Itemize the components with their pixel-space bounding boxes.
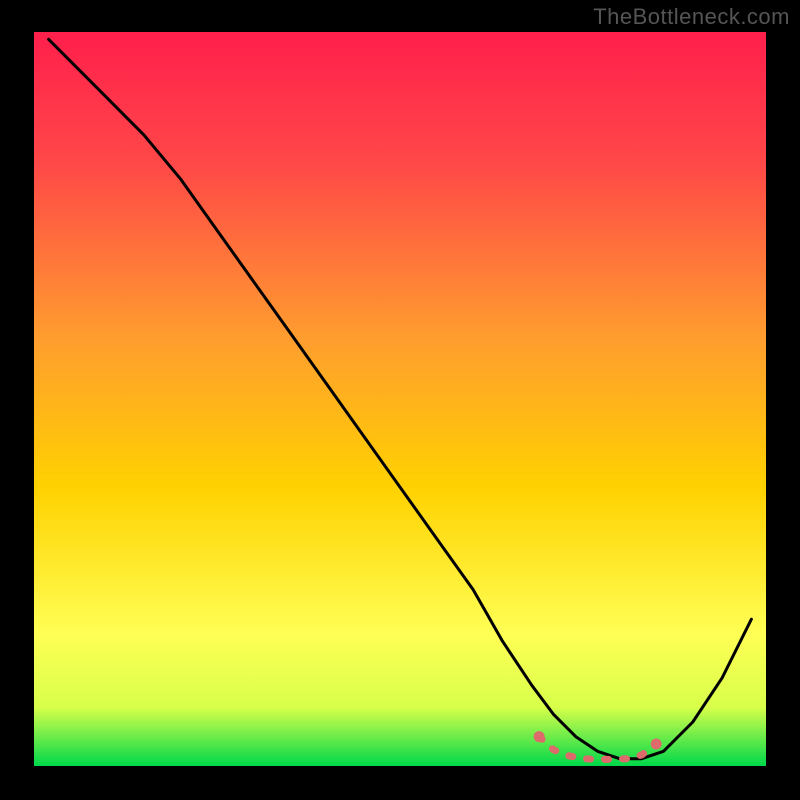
bottleneck-plot (34, 32, 766, 766)
chart-frame: TheBottleneck.com (0, 0, 800, 800)
optimal-region-endpoint (534, 732, 544, 742)
optimal-region-endpoint (651, 739, 661, 749)
plot-svg (34, 32, 766, 766)
watermark-text: TheBottleneck.com (593, 4, 790, 30)
gradient-background (34, 32, 766, 766)
